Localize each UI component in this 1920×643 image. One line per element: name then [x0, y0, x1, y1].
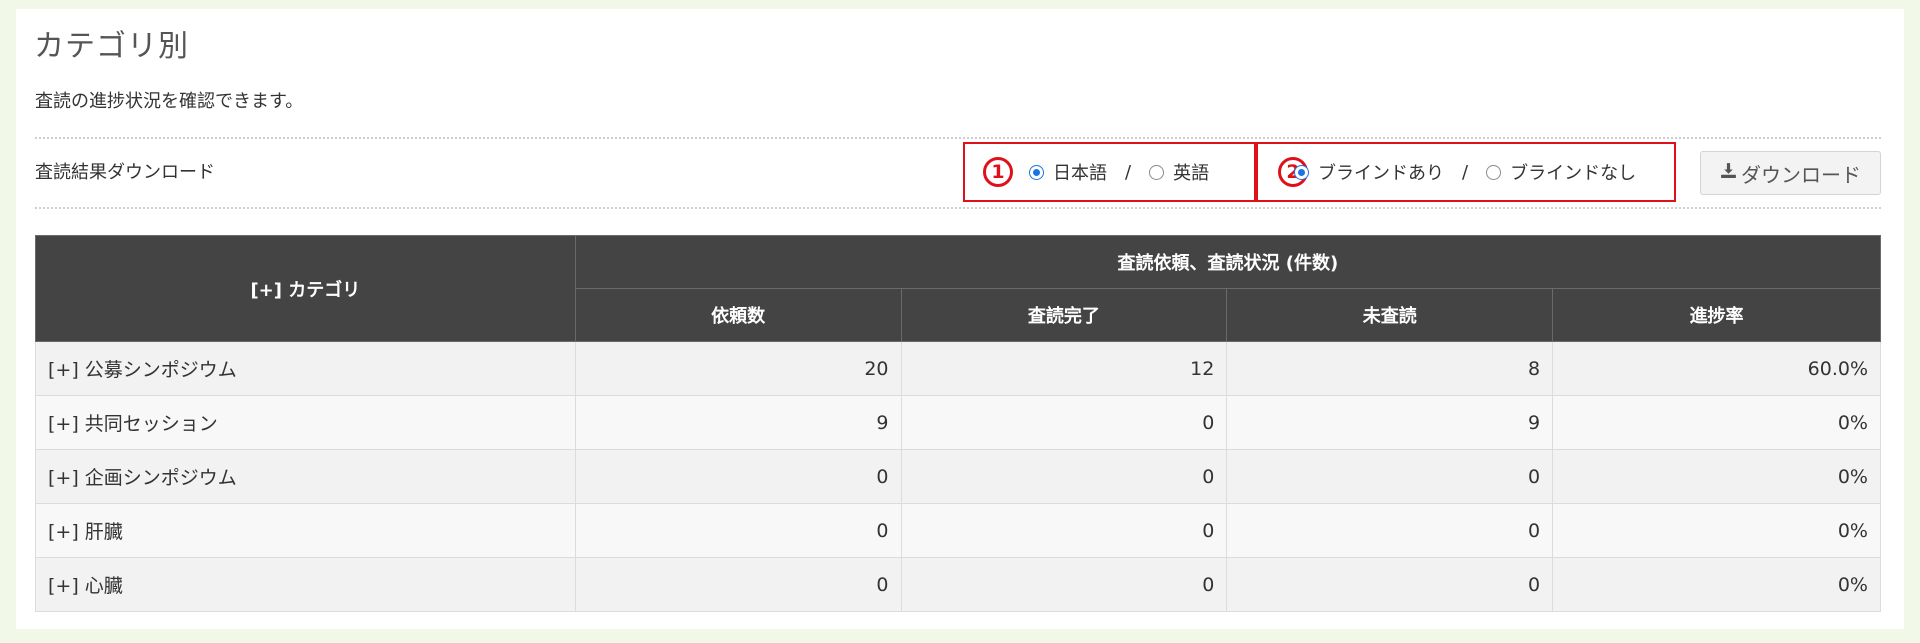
radio-japanese[interactable] — [1029, 164, 1044, 180]
radio-english-label[interactable]: 英語 — [1173, 159, 1209, 185]
category-stats-table: [+] カテゴリ 査読依頼、査読状況 (件数) 依頼数 査読完了 未査読 進捗率… — [35, 235, 1882, 612]
radio-blind-on-label[interactable]: ブラインドあり — [1318, 159, 1444, 185]
header-category[interactable]: [+] カテゴリ — [35, 235, 576, 342]
radio-blind-off[interactable] — [1486, 164, 1502, 180]
row-category[interactable]: [+] 心臓 — [35, 557, 576, 612]
cell-requested: 0 — [574, 503, 902, 558]
header-progress: 進捗率 — [1552, 288, 1881, 342]
divider-bottom — [35, 207, 1881, 209]
cell-pending: 0 — [1226, 503, 1554, 558]
cell-progress: 0% — [1552, 557, 1881, 612]
table-row: [+] 共同セッション 9 0 9 0% — [35, 395, 1881, 450]
download-section-label: 査読結果ダウンロード — [35, 162, 215, 183]
cell-progress: 0% — [1552, 449, 1881, 504]
cell-progress: 0% — [1552, 503, 1881, 558]
download-button[interactable]: ダウンロード — [1700, 151, 1881, 195]
cell-requested: 20 — [574, 341, 902, 396]
cell-completed: 12 — [900, 341, 1228, 396]
cell-completed: 0 — [900, 395, 1228, 450]
radio-blind-off-label[interactable]: ブラインドなし — [1510, 159, 1636, 185]
cell-pending: 0 — [1226, 449, 1554, 504]
radio-japanese-label[interactable]: 日本語 — [1053, 159, 1107, 185]
divider-top — [35, 137, 1881, 139]
page-description: 査読の進捗状況を確認できます。 — [35, 91, 304, 112]
option-separator: / — [1125, 161, 1132, 183]
radio-english[interactable] — [1149, 164, 1165, 180]
cell-requested: 9 — [574, 395, 902, 450]
table-row: [+] 肝臓 0 0 0 0% — [35, 503, 1881, 558]
row-category[interactable]: [+] 企画シンポジウム — [35, 449, 576, 504]
header-completed: 査読完了 — [900, 288, 1228, 342]
content-panel: カテゴリ別 査読の進捗状況を確認できます。 査読結果ダウンロード 1 日本語 /… — [16, 9, 1904, 629]
table-row: [+] 公募シンポジウム 20 12 8 60.0% — [35, 341, 1881, 396]
language-option-group: 1 日本語 / 英語 — [963, 142, 1256, 202]
cell-requested: 0 — [574, 557, 902, 612]
option-separator: / — [1462, 161, 1469, 183]
cell-completed: 0 — [900, 449, 1228, 504]
row-category[interactable]: [+] 公募シンポジウム — [35, 341, 576, 396]
header-pending: 未査読 — [1226, 288, 1554, 342]
cell-completed: 0 — [900, 503, 1228, 558]
radio-blind-on[interactable] — [1294, 164, 1309, 180]
cell-pending: 9 — [1226, 395, 1554, 450]
download-button-label: ダウンロード — [1741, 164, 1861, 187]
header-group: 査読依頼、査読状況 (件数) — [574, 235, 1882, 289]
row-category[interactable]: [+] 共同セッション — [35, 395, 576, 450]
table-row: [+] 企画シンポジウム 0 0 0 0% — [35, 449, 1881, 504]
row-category[interactable]: [+] 肝臓 — [35, 503, 576, 558]
cell-requested: 0 — [574, 449, 902, 504]
cell-progress: 60.0% — [1552, 341, 1881, 396]
header-requested: 依頼数 — [574, 288, 902, 342]
cell-completed: 0 — [900, 557, 1228, 612]
page-title: カテゴリ別 — [34, 29, 189, 64]
cell-pending: 8 — [1226, 341, 1554, 396]
annotation-badge-1: 1 — [983, 157, 1013, 187]
cell-progress: 0% — [1552, 395, 1881, 450]
table-row: [+] 心臓 0 0 0 0% — [35, 557, 1881, 612]
blind-option-group: 2 ブラインドあり / ブラインドなし — [1256, 142, 1676, 202]
cell-pending: 0 — [1226, 557, 1554, 612]
download-icon — [1720, 162, 1737, 184]
